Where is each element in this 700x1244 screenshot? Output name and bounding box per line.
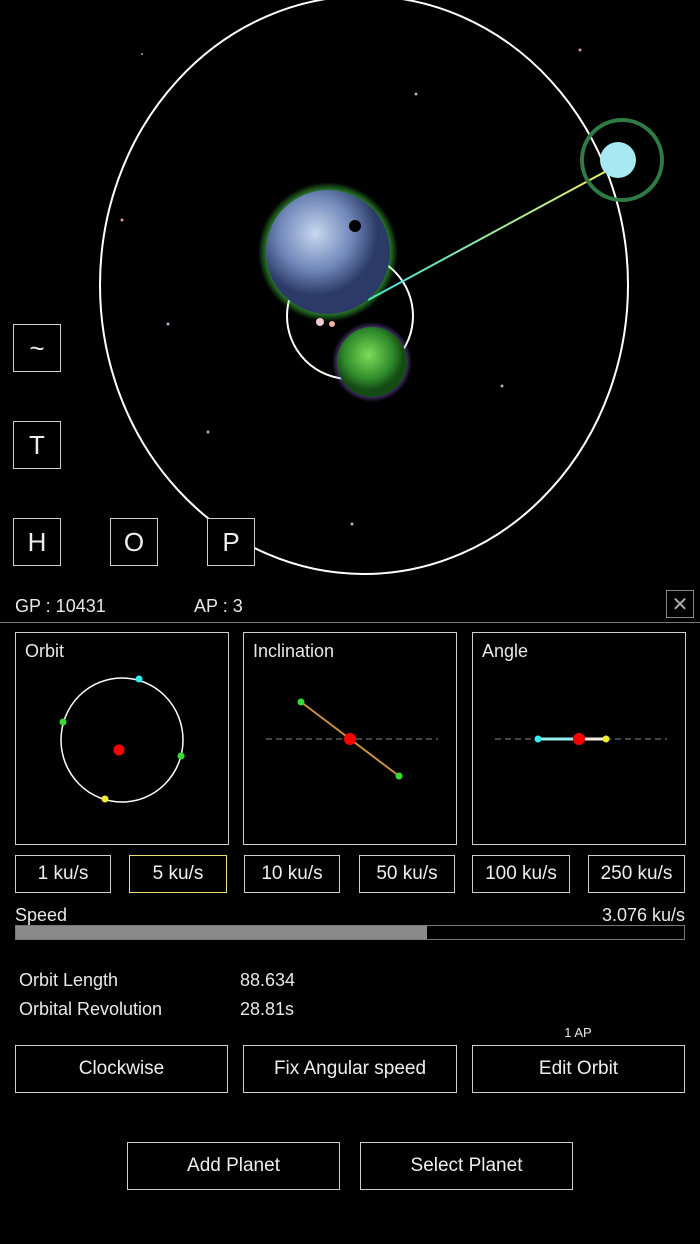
ap-counter: AP : 3 — [194, 596, 243, 616]
speed-value: 3.076 ku/s — [601, 905, 685, 925]
p-button[interactable]: P — [207, 518, 255, 566]
speed-1-button[interactable]: 1 ku/s — [15, 855, 111, 893]
close-button[interactable]: ✕ — [666, 590, 694, 618]
tilde-button[interactable]: ~ — [13, 324, 61, 372]
inclination-diagram — [266, 698, 438, 780]
orbit-panel[interactable]: Orbit — [15, 632, 229, 845]
angle-diagram — [495, 733, 667, 745]
speed-250-button[interactable]: 250 ku/s — [588, 855, 685, 893]
add-planet-button[interactable]: Add Planet — [127, 1142, 340, 1190]
revolution-label: Orbital Revolution — [19, 999, 163, 1019]
small-planet[interactable] — [600, 142, 636, 178]
o-button[interactable]: O — [110, 518, 158, 566]
h-button[interactable]: H — [13, 518, 61, 566]
edit-orbit-cost: 1 AP — [564, 1025, 592, 1040]
speed-5-button[interactable]: 5 ku/s — [129, 855, 227, 893]
select-planet-button[interactable]: Select Planet — [360, 1142, 573, 1190]
close-icon: ✕ — [671, 593, 689, 616]
space-scene[interactable] — [0, 0, 700, 590]
speed-slider[interactable] — [15, 925, 685, 940]
target-line — [367, 167, 613, 301]
gp-counter: GP : 10431 — [15, 596, 106, 616]
speed-slider-fill — [16, 926, 427, 939]
blue-planet[interactable] — [266, 190, 390, 314]
inclination-panel[interactable]: Inclination — [243, 632, 457, 845]
speed-label: Speed — [15, 905, 68, 925]
angle-panel[interactable]: Angle — [472, 632, 686, 845]
clockwise-button[interactable]: Clockwise — [15, 1045, 228, 1093]
fix-angular-speed-button[interactable]: Fix Angular speed — [243, 1045, 457, 1093]
t-button[interactable]: T — [13, 421, 61, 469]
green-planet[interactable] — [337, 327, 407, 397]
speed-100-button[interactable]: 100 ku/s — [472, 855, 570, 893]
divider — [0, 622, 700, 623]
orbit-diagram — [59, 675, 185, 803]
revolution-value: 28.81s — [240, 999, 295, 1019]
speed-50-button[interactable]: 50 ku/s — [359, 855, 455, 893]
orbit-length-label: Orbit Length — [19, 970, 119, 990]
orbit-length-value: 88.634 — [240, 970, 296, 990]
edit-orbit-button[interactable]: Edit Orbit — [472, 1045, 685, 1093]
speed-10-button[interactable]: 10 ku/s — [244, 855, 340, 893]
